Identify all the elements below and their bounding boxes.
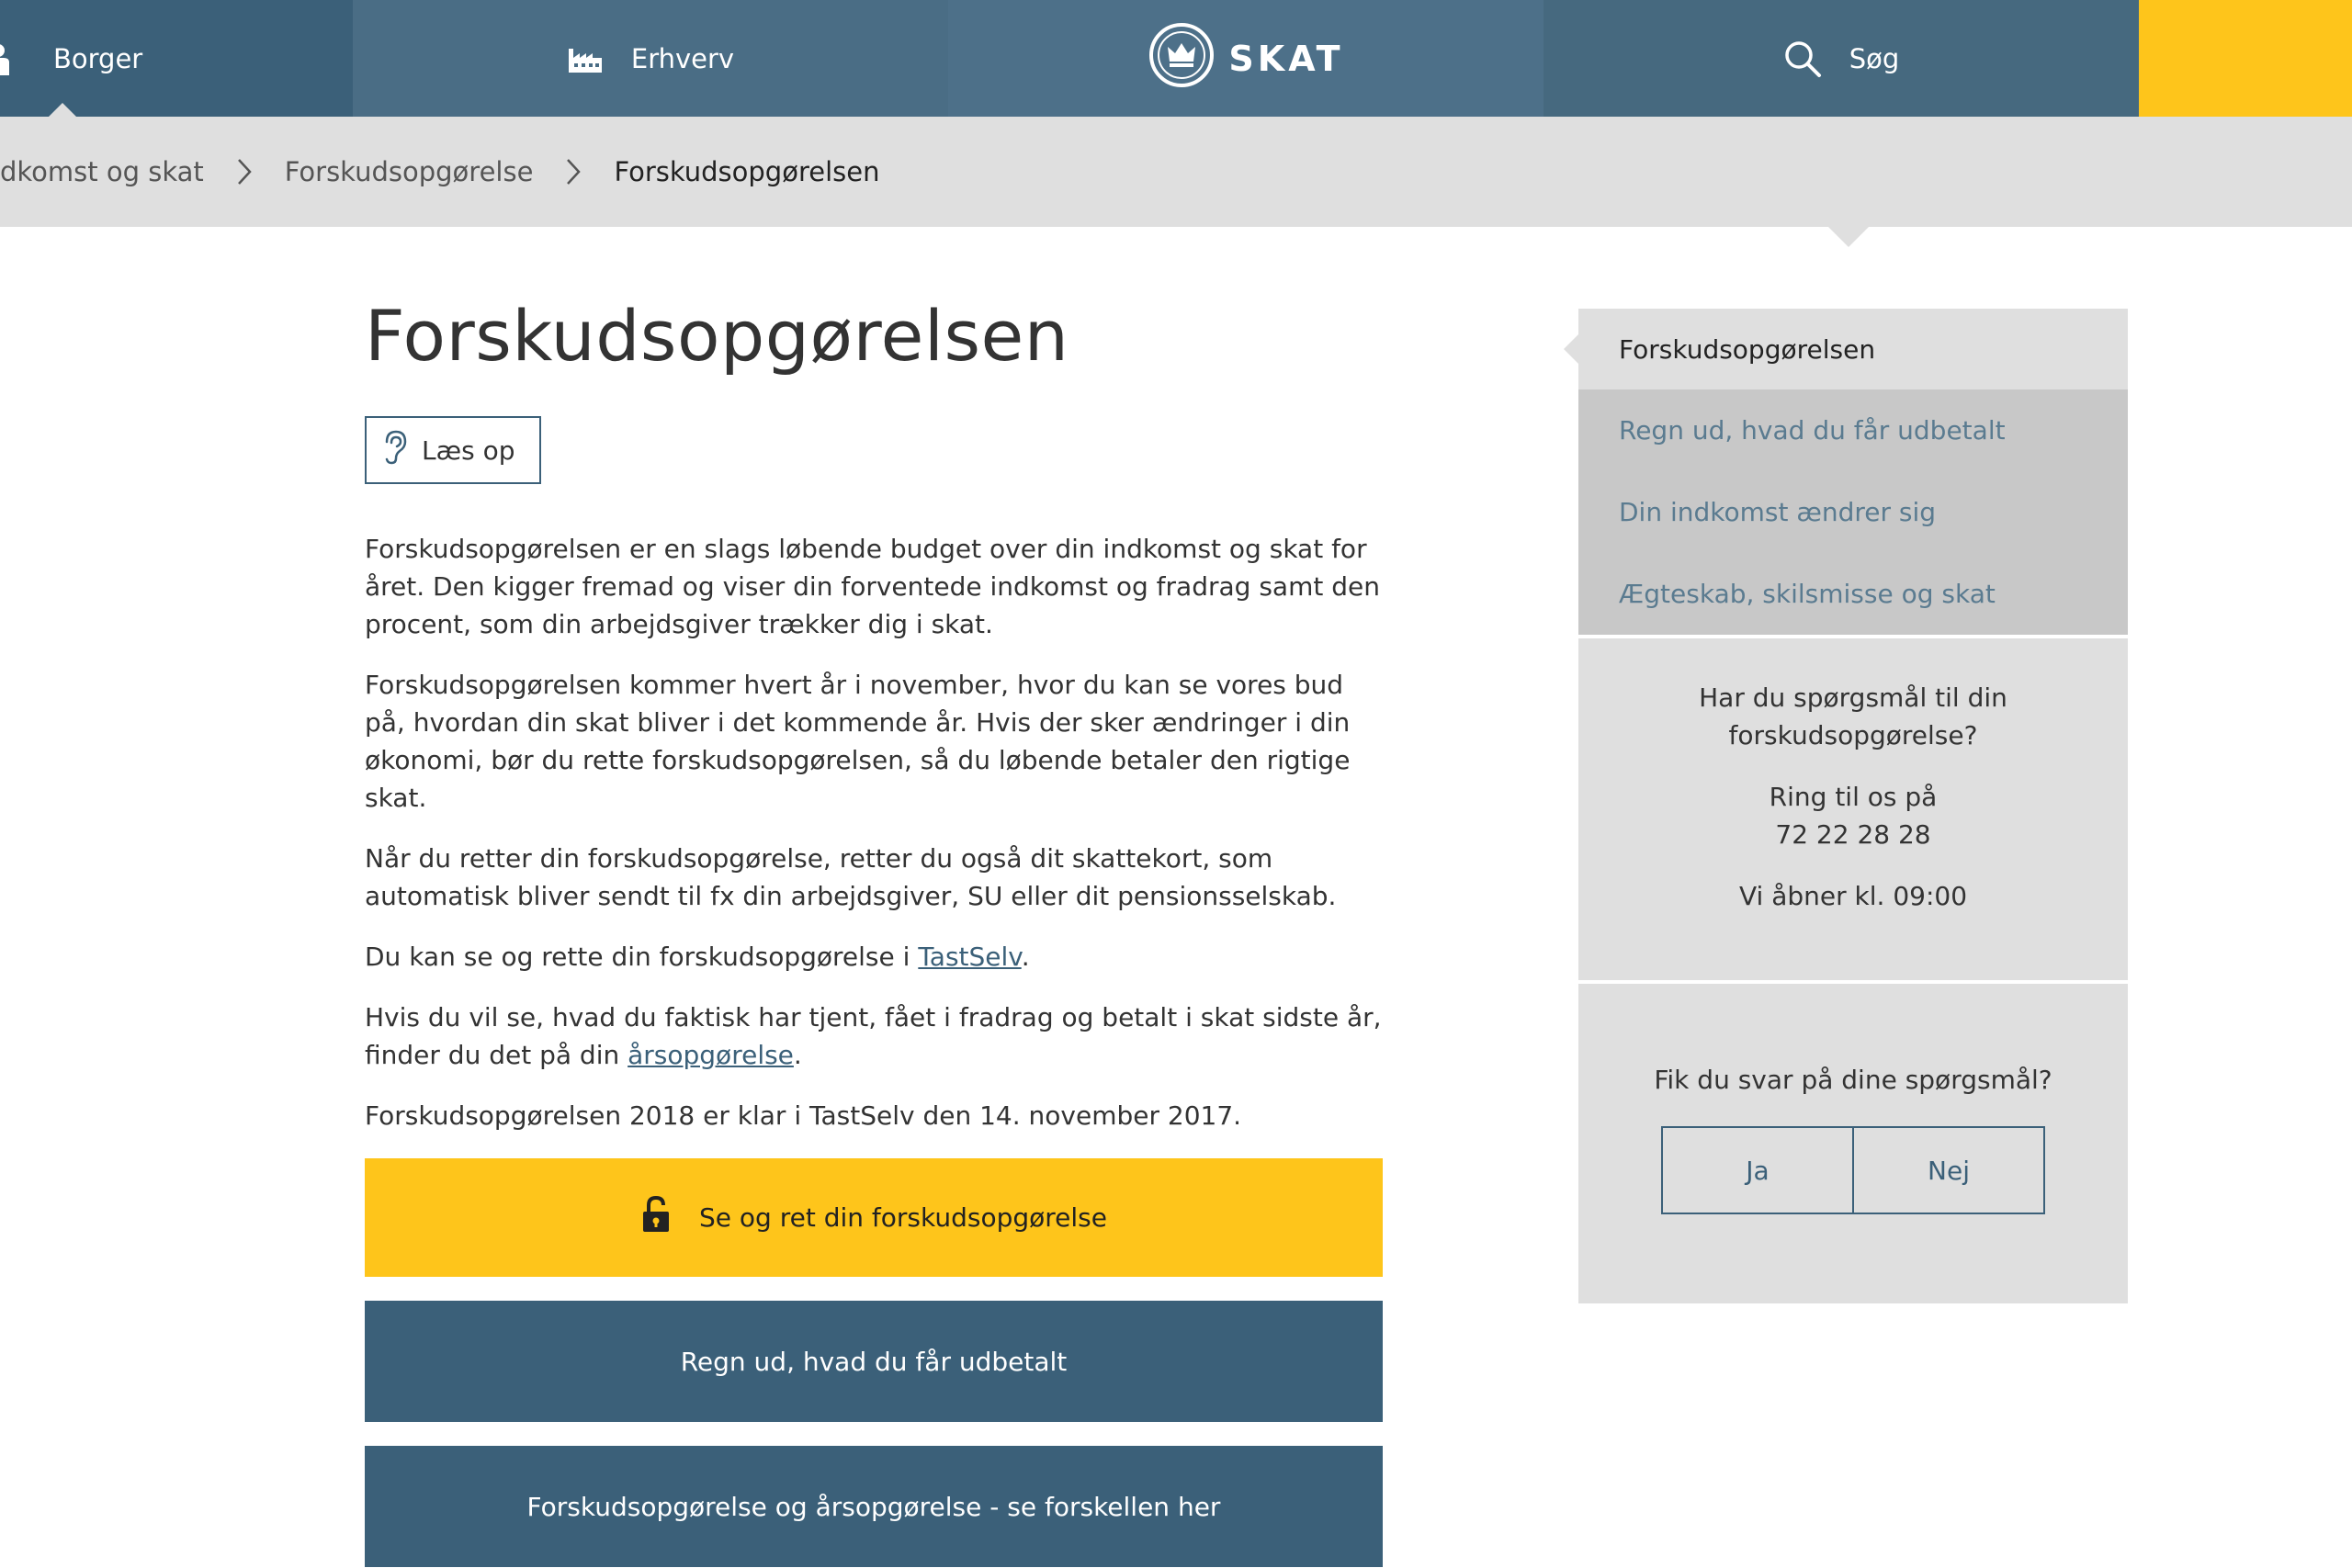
tastselv-link[interactable]: TastSelv: [918, 942, 1021, 972]
breadcrumb-item-forskudsopgoerelse[interactable]: Forskudsopgørelse: [285, 156, 534, 187]
top-navigation: Borger Erhverv SKAT Søg: [0, 0, 2352, 118]
see-and-edit-button[interactable]: Se og ret din forskudsopgørelse: [365, 1158, 1383, 1278]
sidebar-item-income-change[interactable]: Din indkomst ændrer sig: [1578, 471, 2128, 553]
contact-box: Har du spørgsmål til din forskudsopgørel…: [1578, 638, 2128, 980]
nav-tab-borger-label: Borger: [53, 42, 143, 74]
paragraph-4: Du kan se og rette din forskudsopgørelse…: [365, 942, 1030, 973]
contact-call: Ring til os på: [1769, 782, 1938, 812]
paragraph-2: Forskudsopgørelsen kommer hvert år i nov…: [365, 670, 1351, 814]
contact-question-2: forskudsopgørelse?: [1728, 720, 1978, 750]
sidebar-subnav: Regn ud, hvad du får udbetalt Din indkom…: [1578, 389, 2128, 635]
main-content: Forskudsopgørelsen Læs op Forskudsopgøre…: [365, 294, 1383, 1568]
nav-search[interactable]: Søg: [1544, 0, 2139, 117]
crown-emblem-icon: [1148, 21, 1216, 96]
intro-text: Forskudsopgørelsen er en slags løbende b…: [365, 530, 1383, 1134]
unlock-icon: [640, 1195, 672, 1240]
breadcrumb: dkomst og skat Forskudsopgørelse Forskud…: [0, 117, 2352, 227]
chevron-right-icon: [237, 158, 252, 186]
feedback-no-button[interactable]: Nej: [1852, 1128, 2043, 1213]
paragraph-6: Forskudsopgørelsen 2018 er klar i TastSe…: [365, 1100, 1242, 1132]
sidebar-item-active[interactable]: Forskudsopgørelsen: [1564, 309, 2128, 389]
nav-tab-erhverv-label: Erhverv: [630, 42, 735, 74]
feedback-question: Fik du svar på dine spørgsmål?: [1654, 1065, 2052, 1095]
nav-yellow-block[interactable]: [2139, 0, 2352, 117]
sidebar-item-calculate[interactable]: Regn ud, hvad du får udbetalt: [1578, 389, 2128, 471]
nav-tab-erhverv[interactable]: Erhverv: [353, 0, 948, 117]
paragraph-5: Hvis du vil se, hvad du faktisk har tjen…: [365, 1002, 1382, 1071]
search-icon: [1783, 39, 1822, 78]
page-title: Forskudsopgørelsen: [365, 295, 1069, 377]
breadcrumb-caret: [1828, 227, 1869, 247]
nav-tab-borger[interactable]: Borger: [0, 0, 353, 118]
read-aloud-button[interactable]: Læs op: [365, 416, 541, 485]
breadcrumb-item-indkomst[interactable]: dkomst og skat: [0, 156, 204, 187]
calculate-payout-button[interactable]: Regn ud, hvad du får udbetalt: [365, 1301, 1383, 1423]
person-icon: [0, 42, 13, 75]
nav-search-label: Søg: [1849, 42, 1900, 74]
chevron-right-icon: [566, 158, 582, 186]
paragraph-3: Når du retter din forskudsopgørelse, ret…: [365, 843, 1337, 912]
contact-opening: Vi åbner kl. 09:00: [1738, 881, 1968, 911]
aarsopgoerelse-link[interactable]: årsopgørelse: [628, 1040, 794, 1070]
see-and-edit-label: Se og ret din forskudsopgørelse: [699, 1202, 1107, 1234]
skat-logo-link[interactable]: SKAT: [948, 0, 1544, 117]
active-tab-caret: [48, 103, 77, 118]
paragraph-1: Forskudsopgørelsen er en slags løbende b…: [365, 534, 1380, 640]
factory-icon: [567, 43, 604, 74]
breadcrumb-current: Forskudsopgørelsen: [614, 156, 880, 187]
contact-phone[interactable]: 72 22 28 28: [1578, 816, 2128, 853]
contact-question-1: Har du spørgsmål til din: [1699, 682, 2007, 713]
sidebar-item-marriage[interactable]: Ægteskab, skilsmisse og skat: [1578, 553, 2128, 635]
compare-label: Forskudsopgørelse og årsopgørelse - se f…: [526, 1491, 1221, 1522]
calculate-payout-label: Regn ud, hvad du får udbetalt: [680, 1346, 1068, 1377]
feedback-buttons: Ja Nej: [1661, 1126, 2045, 1214]
compare-button[interactable]: Forskudsopgørelse og årsopgørelse - se f…: [365, 1446, 1383, 1568]
skat-logo-text: SKAT: [1228, 38, 1344, 79]
read-aloud-label: Læs op: [422, 434, 515, 466]
ear-icon: [381, 429, 409, 472]
sidebar-item-label: Forskudsopgørelsen: [1619, 333, 1876, 365]
sidebar: Forskudsopgørelsen Regn ud, hvad du får …: [1564, 309, 2128, 1303]
feedback-yes-button[interactable]: Ja: [1663, 1128, 1852, 1213]
feedback-box: Fik du svar på dine spørgsmål? Ja Nej: [1578, 984, 2128, 1303]
